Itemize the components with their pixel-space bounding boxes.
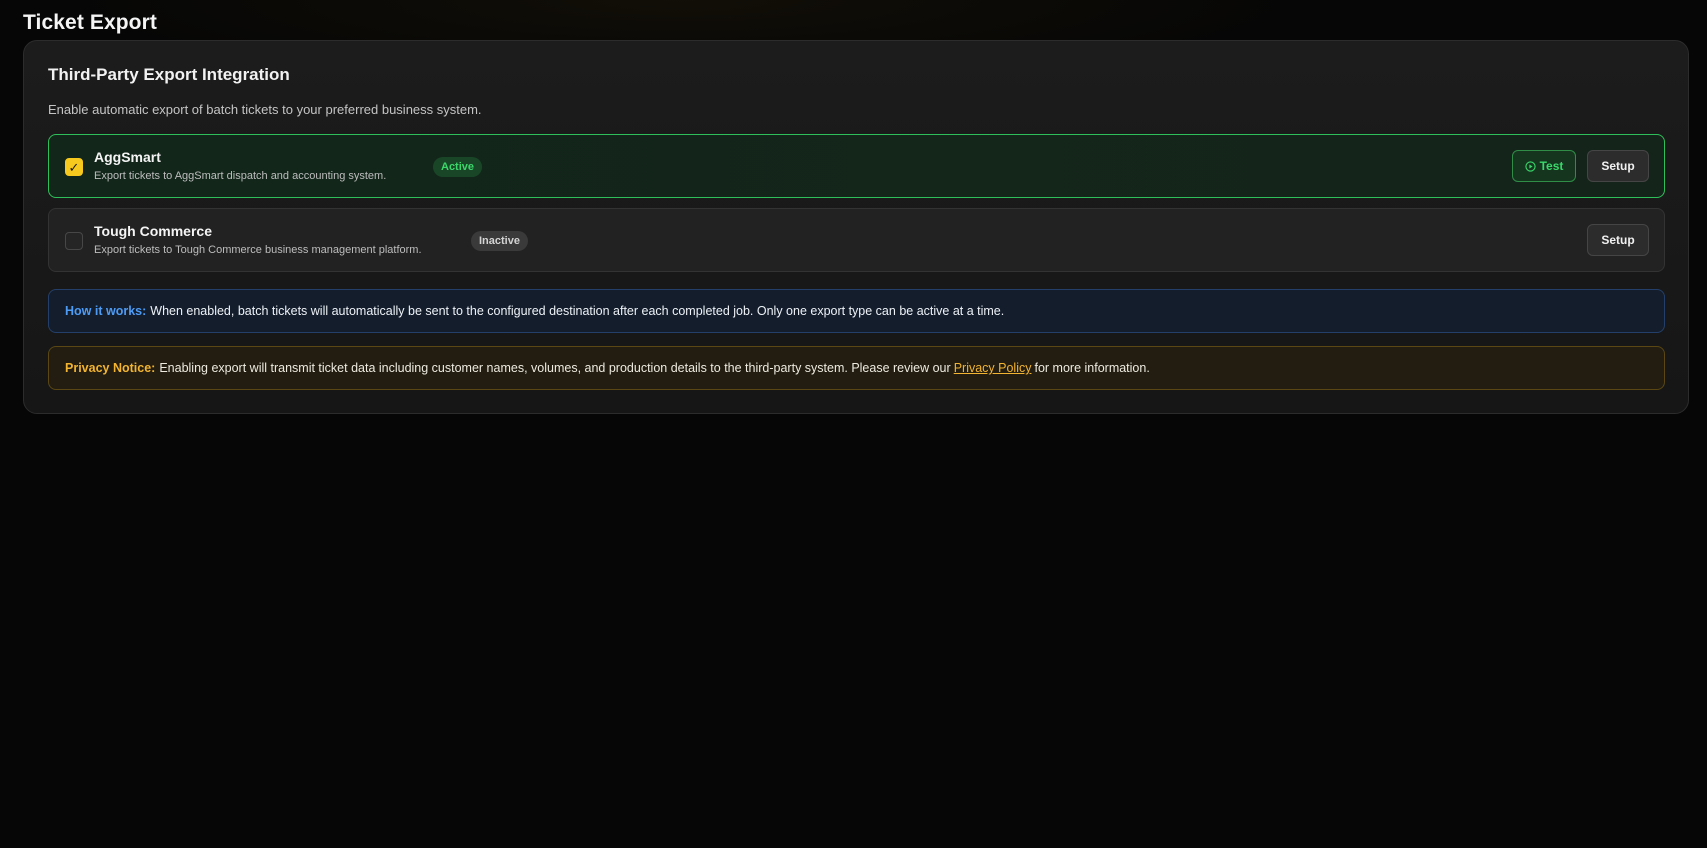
integration-name: Tough Commerce (94, 223, 212, 239)
how-it-works-notice: How it works: When enabled, batch ticket… (48, 289, 1665, 333)
integration-row-aggsmart: ✓ AggSmart Export tickets to AggSmart di… (48, 134, 1665, 198)
privacy-policy-link[interactable]: Privacy Policy (954, 361, 1032, 375)
integration-description: Export tickets to AggSmart dispatch and … (94, 170, 387, 182)
test-button[interactable]: Test (1512, 150, 1576, 182)
notice-lead: Privacy Notice: (65, 361, 156, 375)
status-badge: Inactive (471, 231, 528, 251)
integration-name: AggSmart (94, 149, 161, 165)
export-integration-card: Third-Party Export Integration Enable au… (23, 40, 1689, 414)
integration-row-tough-commerce: Tough Commerce Export tickets to Tough C… (48, 208, 1665, 272)
privacy-notice: Privacy Notice: Enabling export will tra… (48, 346, 1665, 390)
tough-commerce-enable-checkbox[interactable] (65, 232, 83, 250)
section-description: Enable automatic export of batch tickets… (48, 102, 482, 117)
check-icon: ✓ (68, 159, 80, 175)
status-badge: Active (433, 157, 483, 177)
aggsmart-setup-button[interactable]: Setup (1587, 150, 1649, 182)
test-button-label: Test (1539, 159, 1564, 173)
notice-lead: How it works: (65, 304, 147, 318)
integration-description: Export tickets to Tough Commerce busines… (94, 244, 422, 256)
notice-text: When enabled, batch tickets will automat… (150, 304, 1005, 318)
notice-text-after: for more information. (1034, 361, 1150, 375)
play-circle-icon (1524, 160, 1536, 172)
section-title: Third-Party Export Integration (48, 65, 290, 84)
page-title: Ticket Export (23, 11, 157, 34)
aggsmart-enable-checkbox[interactable]: ✓ (65, 158, 83, 176)
tough-commerce-setup-button[interactable]: Setup (1587, 224, 1649, 256)
notice-text: Enabling export will transmit ticket dat… (159, 361, 951, 375)
